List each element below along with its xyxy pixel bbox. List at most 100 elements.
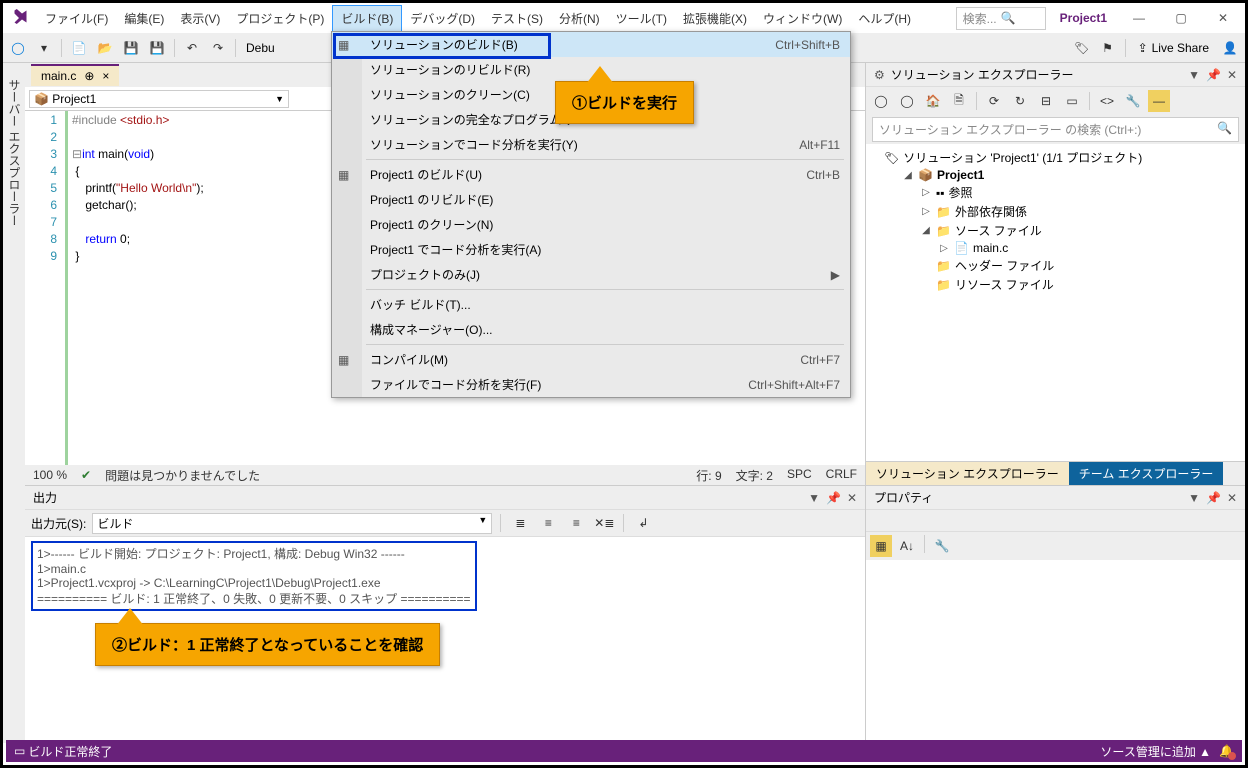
menu-test[interactable]: テスト(S) xyxy=(483,6,551,31)
build-menu-item[interactable]: ソリューションでコード分析を実行(Y)Alt+F11 xyxy=(332,132,850,157)
build-icon: ▦ xyxy=(338,38,349,52)
minimize-button[interactable]: — xyxy=(1121,4,1157,32)
menu-file[interactable]: ファイル(F) xyxy=(37,6,116,31)
nav-back-icon[interactable]: ◯ xyxy=(7,37,29,59)
tab-solution-explorer[interactable]: ソリューション エクスプローラー xyxy=(866,462,1069,485)
maximize-button[interactable]: ▢ xyxy=(1163,4,1199,32)
wrench-icon[interactable]: 🔧 xyxy=(1122,90,1144,112)
tree-project[interactable]: ◢📦Project1 xyxy=(868,167,1243,183)
dropdown-icon[interactable]: ▼ xyxy=(808,491,820,505)
source-control-button[interactable]: ソース管理に追加 ▲ xyxy=(1100,743,1211,760)
menu-edit[interactable]: 編集(E) xyxy=(116,6,172,31)
ext-icon: 📁 xyxy=(936,205,951,219)
search-input[interactable]: 検索...🔍 xyxy=(956,7,1046,30)
open-icon[interactable]: 📂 xyxy=(94,37,116,59)
gear-icon[interactable]: ⚙ xyxy=(874,68,885,82)
pin-icon[interactable]: ⊕ xyxy=(84,69,94,83)
build-menu-item[interactable]: ▦ソリューションのビルド(B)Ctrl+Shift+B xyxy=(332,32,850,57)
menu-window[interactable]: ウィンドウ(W) xyxy=(755,6,850,31)
build-menu-item[interactable]: ▦コンパイル(M)Ctrl+F7 xyxy=(332,347,850,372)
new-project-icon[interactable]: 📄 xyxy=(68,37,90,59)
next-icon[interactable]: ≡ xyxy=(565,512,587,534)
pin-icon[interactable]: 📌 xyxy=(1206,68,1221,82)
output-source-select[interactable]: ビルド▼ xyxy=(92,513,492,534)
close-icon[interactable]: ✕ xyxy=(1227,491,1237,505)
server-explorer-tab[interactable]: サーバー エクスプローラー xyxy=(4,71,25,743)
goto-icon[interactable]: ≣ xyxy=(509,512,531,534)
sync-icon[interactable]: ⟳ xyxy=(983,90,1005,112)
tree-mainc[interactable]: ▷📄main.c xyxy=(868,240,1243,256)
build-menu-item[interactable]: ファイルでコード分析を実行(F)Ctrl+Shift+Alt+F7 xyxy=(332,372,850,397)
tree-header-files[interactable]: 📁ヘッダー ファイル xyxy=(868,256,1243,275)
save-icon[interactable]: 🗎 xyxy=(948,90,970,112)
build-menu-item[interactable]: Project1 のクリーン(N) xyxy=(332,212,850,237)
more-icon[interactable]: — xyxy=(1148,90,1170,112)
pin-icon[interactable]: 📌 xyxy=(826,491,841,505)
dropdown-icon[interactable]: ▼ xyxy=(1188,68,1200,82)
close-icon[interactable]: ✕ xyxy=(847,491,857,505)
close-button[interactable]: ✕ xyxy=(1205,4,1241,32)
build-menu-item[interactable]: プロジェクトのみ(J)▶ xyxy=(332,262,850,287)
build-menu-item[interactable]: バッチ ビルド(T)... xyxy=(332,292,850,317)
tree-solution-root[interactable]: 🏷ソリューション 'Project1' (1/1 プロジェクト) xyxy=(868,148,1243,167)
menu-help[interactable]: ヘルプ(H) xyxy=(850,6,919,31)
save-icon[interactable]: 💾 xyxy=(120,37,142,59)
menu-debug[interactable]: デバッグ(D) xyxy=(402,6,483,31)
menu-extensions[interactable]: 拡張機能(X) xyxy=(675,6,755,31)
nav-fwd-icon[interactable]: ▾ xyxy=(33,37,55,59)
pin-icon[interactable]: 📌 xyxy=(1206,491,1221,505)
bookmark-icon[interactable]: 🏷 xyxy=(1071,37,1093,59)
menu-tools[interactable]: ツール(T) xyxy=(608,6,675,31)
house-icon[interactable]: 🏠 xyxy=(922,90,944,112)
dropdown-icon[interactable]: ▼ xyxy=(1188,491,1200,505)
file-tab-mainc[interactable]: main.c ⊕ × xyxy=(31,64,119,86)
config-dropdown[interactable]: Debu xyxy=(242,41,279,55)
tree-source-files[interactable]: ◢📁ソース ファイル xyxy=(868,221,1243,240)
refresh-icon[interactable]: ↻ xyxy=(1009,90,1031,112)
build-icon: ▦ xyxy=(338,168,349,182)
folder-icon: 📁 xyxy=(936,259,951,273)
menu-project[interactable]: プロジェクト(P) xyxy=(228,6,332,31)
clear-icon[interactable]: ✕≣ xyxy=(593,512,615,534)
collapse-icon[interactable]: ⊟ xyxy=(1035,90,1057,112)
close-tab-icon[interactable]: × xyxy=(102,69,109,83)
tree-references[interactable]: ▷▪▪参照 xyxy=(868,183,1243,202)
scope-combo[interactable]: 📦 Project1▼ xyxy=(29,90,289,108)
menu-view[interactable]: 表示(V) xyxy=(172,6,228,31)
redo-icon[interactable]: ↷ xyxy=(207,37,229,59)
tab-team-explorer[interactable]: チーム エクスプローラー xyxy=(1069,462,1224,485)
folder-icon: 📁 xyxy=(936,278,951,292)
account-icon[interactable]: 👤 xyxy=(1219,37,1241,59)
project-name: Project1 xyxy=(1052,11,1115,25)
menu-build[interactable]: ビルド(B) xyxy=(332,5,402,32)
save-all-icon[interactable]: 💾 xyxy=(146,37,168,59)
properties-title: プロパティ ▼📌✕ xyxy=(866,486,1245,509)
flag-icon[interactable]: ⚑ xyxy=(1097,37,1119,59)
solution-explorer-search[interactable]: ソリューション エクスプローラー の検索 (Ctrl+:)🔍 xyxy=(872,117,1239,142)
toolbox-tab[interactable]: ツールボックス xyxy=(0,71,4,743)
wrench-icon[interactable]: 🔧 xyxy=(931,535,953,557)
close-icon[interactable]: ✕ xyxy=(1227,68,1237,82)
undo-icon[interactable]: ↶ xyxy=(181,37,203,59)
tree-resource-files[interactable]: 📁リソース ファイル xyxy=(868,275,1243,294)
show-all-icon[interactable]: ▭ xyxy=(1061,90,1083,112)
notifications-icon[interactable]: 🔔 xyxy=(1219,744,1234,758)
build-menu-item[interactable]: ▦Project1 のビルド(U)Ctrl+B xyxy=(332,162,850,187)
home-icon[interactable]: ◯ xyxy=(870,90,892,112)
categorized-icon[interactable]: ▦ xyxy=(870,535,892,557)
folder-icon: 📁 xyxy=(936,224,951,238)
build-menu-item[interactable]: 構成マネージャー(O)... xyxy=(332,317,850,342)
build-menu-item[interactable]: Project1 でコード分析を実行(A) xyxy=(332,237,850,262)
zoom-level[interactable]: 100 % xyxy=(33,468,67,482)
alpha-icon[interactable]: A↓ xyxy=(896,535,918,557)
menu-analyze[interactable]: 分析(N) xyxy=(551,6,608,31)
prev-icon[interactable]: ≡ xyxy=(537,512,559,534)
tree-external[interactable]: ▷📁外部依存関係 xyxy=(868,202,1243,221)
home2-icon[interactable]: ◯ xyxy=(896,90,918,112)
code-icon[interactable]: <> xyxy=(1096,90,1118,112)
status-square-icon: ▭ xyxy=(14,744,25,758)
build-menu-item[interactable]: Project1 のリビルド(E) xyxy=(332,187,850,212)
solution-tree[interactable]: 🏷ソリューション 'Project1' (1/1 プロジェクト) ◢📦Proje… xyxy=(866,144,1245,461)
wrap-icon[interactable]: ↲ xyxy=(632,512,654,534)
live-share-button[interactable]: ⇪Live Share xyxy=(1132,41,1215,55)
